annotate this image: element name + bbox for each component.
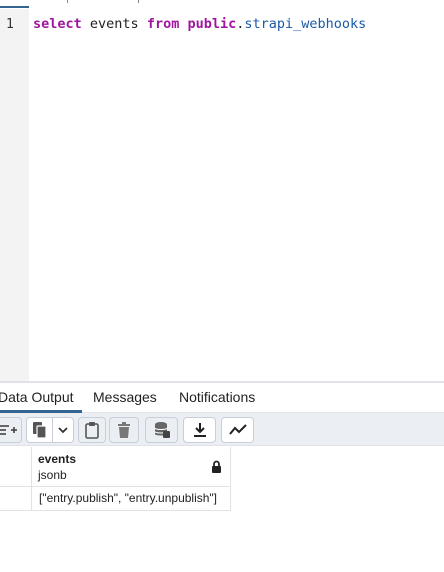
paste-icon	[84, 421, 100, 439]
download-button[interactable]	[183, 417, 216, 443]
copy-icon	[32, 421, 48, 439]
add-row-button[interactable]	[0, 417, 22, 443]
tab-divider	[67, 0, 70, 3]
copy-button[interactable]	[26, 417, 53, 443]
line-number: 1	[6, 17, 14, 32]
line-number-gutter: 1	[0, 9, 29, 381]
table-row: ["entry.publish", "entry.unpublish"]	[0, 487, 231, 511]
schema-identifier: public	[187, 16, 237, 32]
graph-visualiser-button[interactable]	[221, 417, 254, 443]
active-query-tab-indicator[interactable]	[0, 0, 29, 8]
copy-options-dropdown[interactable]	[53, 417, 74, 443]
column-name: events	[38, 452, 77, 466]
column-identifier: events	[81, 16, 147, 32]
tab-data-output[interactable]: Data Output	[0, 389, 82, 413]
data-output-toolbar	[0, 413, 444, 446]
save-data-button[interactable]	[145, 417, 178, 443]
column-divider	[230, 447, 231, 487]
paste-button[interactable]	[78, 417, 106, 443]
data-cell-events[interactable]: ["entry.publish", "entry.unpublish"]	[39, 491, 217, 505]
save-data-icon	[153, 421, 171, 439]
keyword-from: from	[146, 16, 180, 32]
grid-header-row: events jsonb	[0, 447, 231, 487]
code-line[interactable]: select events from public.strapi_webhook…	[33, 15, 366, 33]
delete-icon	[117, 421, 131, 439]
graph-visualiser-icon	[228, 424, 247, 436]
download-icon	[193, 422, 207, 438]
sql-editor[interactable]: select events from public.strapi_webhook…	[29, 9, 444, 381]
table-identifier: strapi_webhooks	[244, 16, 367, 32]
column-divider	[230, 487, 231, 511]
tab-messages[interactable]: Messages	[93, 389, 157, 405]
tab-divider	[138, 0, 141, 3]
row-number-header[interactable]	[0, 447, 32, 487]
tab-notifications[interactable]: Notifications	[179, 389, 255, 405]
delete-button[interactable]	[109, 417, 139, 443]
query-tab-strip	[0, 0, 444, 9]
result-tabs: Data Output Messages Notifications	[0, 383, 444, 413]
keyword-select: select	[33, 16, 82, 32]
row-number-cell[interactable]	[0, 487, 32, 510]
chevron-down-icon	[58, 426, 68, 434]
column-type: jsonb	[38, 468, 67, 482]
lock-icon	[211, 460, 222, 478]
add-row-icon	[0, 422, 19, 438]
